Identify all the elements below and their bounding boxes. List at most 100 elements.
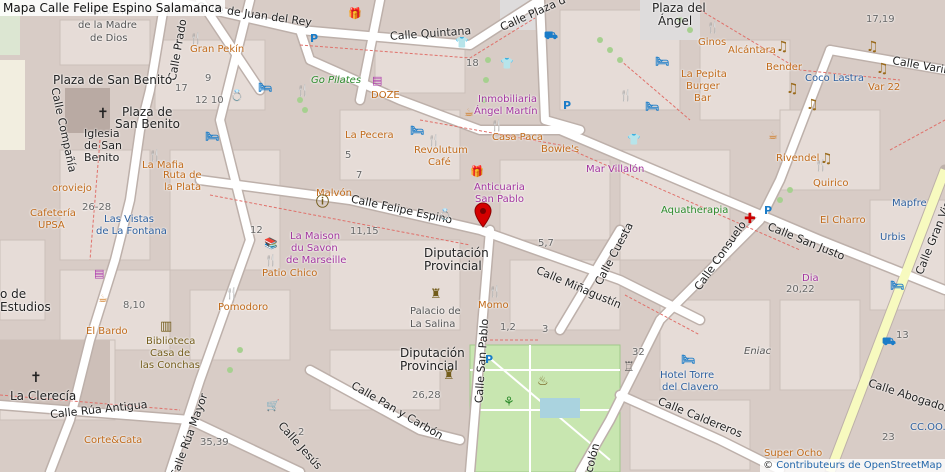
housenumber: 17,19 [866, 14, 895, 25]
museum-icon: ♜ [430, 287, 442, 302]
shop-icon: ▤ [94, 267, 105, 280]
map-title: Mapa Calle Felipe Espino Salamanca [0, 0, 226, 16]
hotel-icon: 🛏 [655, 55, 669, 68]
place-label-plaza-angel: Plaza del [652, 1, 706, 15]
place-label-convento-dios: de Dios [90, 33, 128, 44]
bus-icon: ⛟ [882, 335, 896, 348]
poi-label-mar-villalon[interactable]: Mar Villalón [586, 164, 644, 176]
poi-label-patio-chico[interactable]: Patio Chico [262, 268, 317, 280]
place-label-diputacion-b: Diputación [400, 346, 465, 360]
poi-label-rivendel[interactable]: Rivendel [776, 153, 819, 165]
poi-label-urbis[interactable]: Urbis [880, 232, 906, 244]
playground-icon: ⚘ [503, 395, 515, 410]
place-label-estudios-1: o de [0, 287, 27, 301]
bus-icon: ⛟ [544, 29, 558, 42]
poi-label-del-clavero[interactable]: del Clavero [662, 382, 718, 394]
poi-label-coco-lastra[interactable]: Coco Lastra [805, 73, 864, 85]
poi-label-go-pilates[interactable]: Go Pilates [311, 75, 361, 87]
poi-label-el-charro[interactable]: El Charro [820, 215, 866, 227]
poi-label-casa-de[interactable]: Casa de [150, 348, 190, 360]
poi-label-las-vistas[interactable]: Las Vistas [104, 214, 154, 226]
shop-icon: 🎁 [470, 165, 484, 178]
hotel-icon: 🛏 [681, 353, 695, 366]
place-label-plaza-san-benito: Plaza de San Benito [53, 73, 173, 87]
poi-label-du-savon[interactable]: du Savon [291, 243, 338, 255]
poi-label-burger[interactable]: Burger [686, 81, 720, 93]
poi-label-doze[interactable]: DOZE [371, 90, 400, 102]
poi-label-ruta-de[interactable]: Ruta de [163, 170, 202, 182]
poi-label-aquatherapia[interactable]: Aquatherapia [661, 205, 728, 217]
map-marker-icon[interactable] [474, 202, 492, 228]
housenumber: 8,10 [123, 300, 146, 311]
poi-label-bender[interactable]: Bender [766, 62, 802, 74]
restaurant-icon: 🍴 [296, 84, 310, 97]
poi-label-bar[interactable]: Bar [694, 93, 711, 105]
library-icon: ▥ [160, 319, 173, 334]
housenumber: 1,2 [500, 322, 516, 333]
restaurant-icon: ☕ [464, 106, 474, 119]
shop-icon: 👕 [455, 36, 469, 49]
housenumber: 5 [345, 150, 352, 161]
housenumber: 18 [466, 58, 479, 69]
housenumber: 17 [175, 83, 188, 94]
music-icon: ♫ [806, 97, 819, 113]
poi-label-de-marseille[interactable]: de Marseille [286, 255, 346, 267]
poi-label-anticuaria[interactable]: Anticuaria [474, 182, 525, 194]
poi-label-eniac[interactable]: Eniac [744, 346, 771, 358]
poi-label-la-pecera[interactable]: La Pecera [345, 130, 394, 142]
place-label-provincial: Provincial [424, 259, 482, 273]
poi-label-ginos[interactable]: Ginos [698, 37, 726, 49]
restaurant-icon: ☕ [768, 129, 778, 142]
poi-label-momo[interactable]: Momo [478, 300, 509, 312]
poi-label-var22[interactable]: Var 22 [868, 82, 900, 94]
housenumber: 5,7 [538, 238, 554, 249]
hotel-icon: 🛏 [410, 124, 424, 137]
poi-label-ccoo[interactable]: CC.OO. [910, 422, 945, 434]
restaurant-icon: ♨ [537, 374, 549, 389]
poi-label-biblioteca[interactable]: Biblioteca [146, 336, 195, 348]
poi-label-angel-martin[interactable]: Ángel Martín [474, 106, 538, 118]
poi-label-hotel-torre[interactable]: Hotel Torre [660, 370, 714, 382]
museum-icon: ♜ [443, 368, 455, 383]
housenumber: 35,39 [200, 437, 229, 448]
poi-label-revolutum-cafe[interactable]: Café [428, 157, 451, 169]
tower-icon: ♖ [623, 360, 635, 375]
poi-label-las-conchas[interactable]: las Conchas [140, 360, 200, 372]
poi-label-bowies[interactable]: Bowie's [541, 144, 579, 156]
music-icon: ♫ [820, 151, 833, 167]
place-label-angel: Ángel [658, 14, 693, 28]
poi-label-oroviejo[interactable]: oroviejo [52, 183, 92, 195]
hotel-icon: 🛏 [645, 100, 659, 113]
poi-label-revolutum[interactable]: Revolutum [414, 145, 468, 157]
poi-label-quirico[interactable]: Quirico [813, 178, 849, 190]
housenumber: 26-28 [82, 202, 112, 213]
hotel-icon: 🛏 [890, 279, 904, 292]
place-label-cafeteria: Cafetería [30, 208, 76, 219]
place-label-san-benito: San Benito [115, 117, 180, 131]
shop-icon: 📚 [264, 237, 278, 250]
poi-label-la-pepita[interactable]: La Pepita [681, 69, 727, 81]
parking-icon: P [485, 353, 494, 366]
poi-label-corte-cata[interactable]: Corte&Cata [84, 435, 142, 447]
housenumber: 20,22 [786, 284, 815, 295]
poi-label-alcantara[interactable]: Alcántara [728, 45, 776, 57]
music-icon: ♫ [866, 39, 879, 55]
poi-label-inmobiliaria[interactable]: Inmobiliaria [478, 94, 537, 106]
poi-label-casa-paca[interactable]: Casa Paca [492, 132, 543, 144]
poi-label-la-plata[interactable]: la Plata [164, 182, 201, 194]
place-label-convento-madre: de la Madre [78, 20, 137, 31]
housenumber: 13 [896, 330, 909, 341]
poi-label-el-bardo[interactable]: El Bardo [86, 326, 128, 338]
pharmacy-icon: ✚ [744, 211, 756, 227]
poi-label-la-fontana[interactable]: de La Fontana [96, 226, 167, 238]
poi-label-la-maison[interactable]: La Maison [290, 231, 340, 243]
attribution-link[interactable]: Contributeurs de OpenStreetMap [776, 460, 942, 471]
restaurant-icon: 🍴 [225, 287, 239, 300]
housenumber: 12 [250, 225, 263, 236]
poi-label-pomodoro[interactable]: Pomodoro [218, 302, 268, 314]
music-icon: ♫ [786, 81, 799, 97]
poi-label-mapfre[interactable]: Mapfre [892, 198, 927, 210]
music-icon: ♫ [876, 61, 889, 77]
poi-label-gran-pekin[interactable]: Gran Pekín [190, 44, 244, 56]
map-viewport[interactable]: Mapa Calle Felipe Espino Salamanca Calle… [0, 0, 945, 472]
